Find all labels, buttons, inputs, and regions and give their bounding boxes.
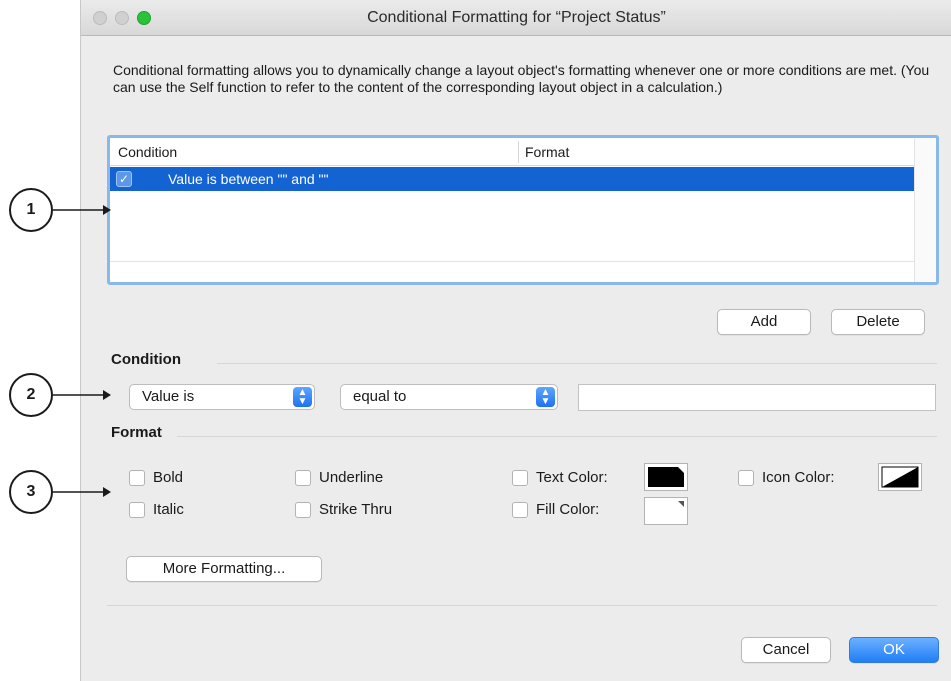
callout-1: 1 bbox=[9, 188, 53, 232]
row-condition-text: Value is between "" and "" bbox=[168, 171, 329, 187]
add-button[interactable]: Add bbox=[717, 309, 811, 335]
more-formatting-button[interactable]: More Formatting... bbox=[126, 556, 322, 582]
table-divider bbox=[110, 261, 915, 262]
condition-section-label: Condition bbox=[111, 351, 181, 368]
italic-checkbox[interactable]: Italic bbox=[129, 501, 184, 518]
dialog-description: Conditional formatting allows you to dyn… bbox=[113, 62, 930, 95]
fill-color-label: Fill Color: bbox=[536, 501, 600, 518]
underline-checkbox-box[interactable] bbox=[295, 469, 311, 486]
table-row[interactable]: ✓ Value is between "" and "" bbox=[110, 167, 915, 191]
conditions-table[interactable]: Condition Format ✓ Value is between "" a… bbox=[107, 135, 939, 285]
text-color-label: Text Color: bbox=[536, 469, 608, 486]
table-scrollbar[interactable] bbox=[914, 138, 936, 282]
icon-color-label: Icon Color: bbox=[762, 469, 835, 486]
callout-arrow-1 bbox=[53, 205, 111, 215]
bold-label: Bold bbox=[153, 469, 184, 486]
condition-type-value: Value is bbox=[142, 388, 195, 405]
bold-checkbox[interactable]: Bold bbox=[129, 469, 183, 486]
window-title: Conditional Formatting for “Project Stat… bbox=[367, 9, 666, 26]
fill-color-checkbox[interactable]: Fill Color: bbox=[512, 501, 599, 518]
text-color-swatch-graphic bbox=[648, 467, 684, 487]
icon-color-checkbox[interactable]: Icon Color: bbox=[738, 469, 835, 486]
footer-divider bbox=[107, 605, 937, 606]
italic-checkbox-box[interactable] bbox=[129, 501, 145, 518]
title-bar: Conditional Formatting for “Project Stat… bbox=[81, 0, 951, 36]
underline-label: Underline bbox=[319, 469, 384, 486]
icon-color-checkbox-box[interactable] bbox=[738, 469, 754, 486]
bold-checkbox-box[interactable] bbox=[129, 469, 145, 486]
chevron-updown-icon: ▲ ▼ bbox=[536, 387, 555, 407]
strike-thru-label: Strike Thru bbox=[319, 501, 393, 518]
underline-checkbox[interactable]: Underline bbox=[295, 469, 383, 486]
callout-arrow-2 bbox=[53, 390, 111, 400]
condition-operator-value: equal to bbox=[353, 388, 407, 405]
fill-color-swatch[interactable] bbox=[644, 497, 688, 525]
strike-thru-checkbox-box[interactable] bbox=[295, 501, 311, 518]
text-color-swatch[interactable] bbox=[644, 463, 688, 491]
callout-arrow-3 bbox=[53, 487, 111, 497]
cancel-button[interactable]: Cancel bbox=[741, 637, 831, 663]
column-divider bbox=[518, 141, 519, 163]
text-color-checkbox[interactable]: Text Color: bbox=[512, 469, 608, 486]
column-header-condition[interactable]: Condition bbox=[118, 144, 177, 160]
icon-color-swatch-graphic bbox=[881, 466, 919, 488]
callout-3: 3 bbox=[9, 470, 53, 514]
checkmark-icon[interactable]: ✓ bbox=[116, 171, 132, 187]
text-color-checkbox-box[interactable] bbox=[512, 469, 528, 486]
format-section-label: Format bbox=[111, 424, 162, 441]
ok-button[interactable]: OK bbox=[849, 637, 939, 663]
condition-type-popup[interactable]: Value is ▲ ▼ bbox=[129, 384, 315, 410]
fill-color-swatch-graphic bbox=[648, 501, 684, 521]
italic-label: Italic bbox=[153, 501, 184, 518]
condition-operator-popup[interactable]: equal to ▲ ▼ bbox=[340, 384, 558, 410]
delete-button[interactable]: Delete bbox=[831, 309, 925, 335]
table-header: Condition Format bbox=[110, 138, 936, 166]
format-divider bbox=[177, 436, 937, 437]
dialog-window: Conditional Formatting for “Project Stat… bbox=[80, 0, 951, 681]
strike-thru-checkbox[interactable]: Strike Thru bbox=[295, 501, 392, 518]
chevron-updown-icon: ▲ ▼ bbox=[293, 387, 312, 407]
condition-divider bbox=[217, 363, 937, 364]
column-header-format[interactable]: Format bbox=[525, 144, 569, 160]
fill-color-checkbox-box[interactable] bbox=[512, 501, 528, 518]
callout-2: 2 bbox=[9, 373, 53, 417]
icon-color-swatch[interactable] bbox=[878, 463, 922, 491]
condition-value-field[interactable] bbox=[578, 384, 936, 411]
